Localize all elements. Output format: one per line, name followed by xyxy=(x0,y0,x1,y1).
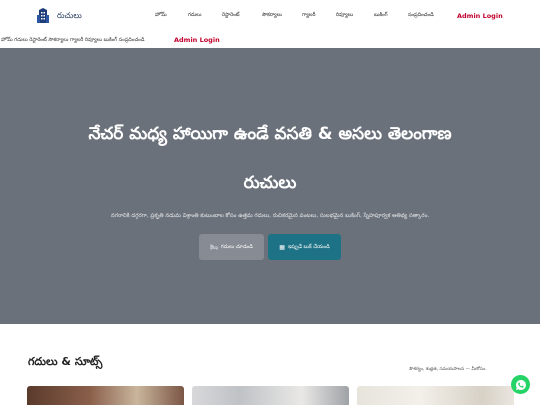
hero-subtitle: నగరానికి దగ్గరగా, ప్రకృతి నడుమ విశ్రాంతి… xyxy=(110,213,430,219)
whatsapp-icon[interactable] xyxy=(511,375,530,394)
calendar-icon: ▦ xyxy=(279,243,285,251)
view-rooms-button[interactable]: 🛏 గదులు చూడండి xyxy=(199,234,264,260)
nav-link-restaurant[interactable]: రెస్టారెంట్ xyxy=(222,12,239,19)
rooms-section-note: సౌకర్యం, శుభ్రత, సమయపాలన — మీకోసం. xyxy=(409,367,487,372)
hero-title-line2: రుచులు xyxy=(243,173,297,193)
bed-icon: 🛏 xyxy=(210,243,218,251)
room-card-image[interactable] xyxy=(27,386,184,405)
nav-link-home[interactable]: హోమ్ xyxy=(155,12,167,19)
hero-section: నేచర్ మధ్య హాయిగా ఉండే వసతి & అసలు తెలంగ… xyxy=(0,48,540,324)
nav-link-reviews[interactable]: రివ్యూలు xyxy=(336,12,353,19)
nav-link-booking[interactable]: బుకింగ్ xyxy=(374,12,388,19)
secondary-admin-login-link[interactable]: Admin Login xyxy=(174,36,220,44)
nav-link-contact[interactable]: సంప్రదించండి xyxy=(408,12,434,19)
book-now-label: ఇప్పుడే బుక్ చేయండి xyxy=(287,243,330,250)
admin-login-link[interactable]: Admin Login xyxy=(457,12,503,20)
view-rooms-label: గదులు చూడండి xyxy=(220,243,253,250)
secondary-nav: హోమ్ గదులు రెస్టారెంట్ సౌకర్యాలు గ్యాలరీ… xyxy=(0,34,540,48)
secondary-nav-links[interactable]: హోమ్ గదులు రెస్టారెంట్ సౌకర్యాలు గ్యాలరీ… xyxy=(1,37,144,44)
hero-title-line1: నేచర్ మధ్య హాయిగా ఉండే వసతి & అసలు తెలంగ… xyxy=(88,124,452,144)
book-now-button[interactable]: ▦ ఇప్పుడే బుక్ చేయండి xyxy=(268,234,341,260)
nav-link-gallery[interactable]: గ్యాలరీ xyxy=(302,12,315,19)
nav-link-amenities[interactable]: సౌకర్యాలు xyxy=(262,12,282,19)
room-card-image[interactable] xyxy=(192,386,349,405)
top-navbar: రుచులు హోమ్ గదులు రెస్టారెంట్ సౌకర్యాలు … xyxy=(0,0,540,34)
rooms-section-title: గదులు & సూట్స్ xyxy=(28,355,103,368)
nav-link-rooms[interactable]: గదులు xyxy=(188,12,201,19)
room-card-image[interactable] xyxy=(357,386,514,405)
